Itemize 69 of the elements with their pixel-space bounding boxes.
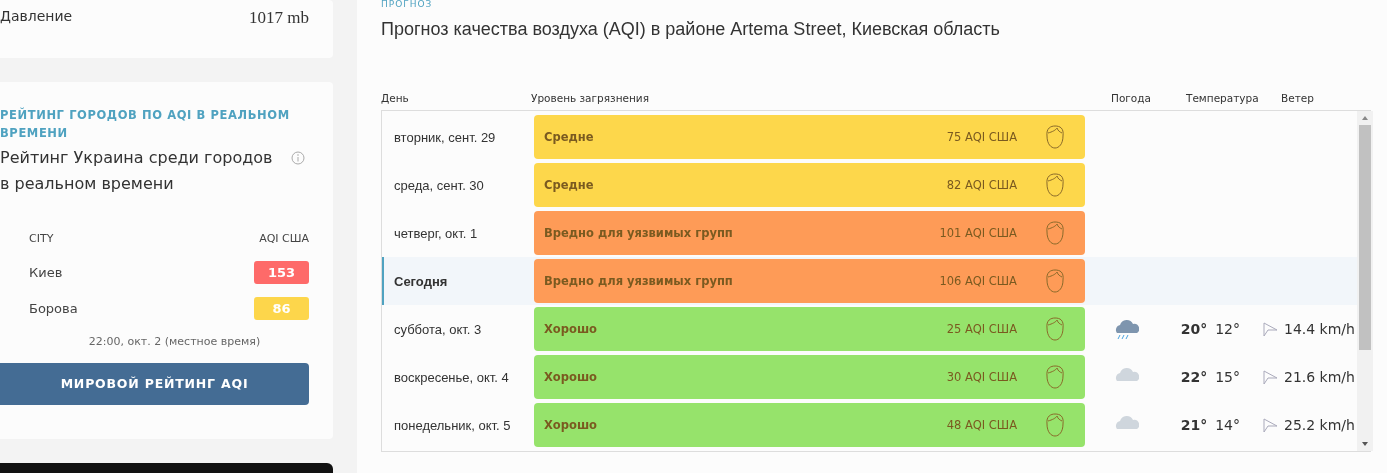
forecast-row[interactable]: вторник, сент. 29 Средне 75 AQI США	[382, 113, 1357, 161]
aqi-badge: 86	[254, 297, 309, 321]
forecast-row[interactable]: четверг, окт. 1 Вредно для уязвимых групп 101 AQI США	[382, 209, 1357, 257]
card-title: Рейтинг Украина среди городов в реальном времени	[0, 146, 274, 195]
high-temperature: 21°	[1180, 417, 1208, 433]
face-icon	[1043, 172, 1067, 198]
status-label: Средне	[544, 178, 595, 192]
aqi-value: 106 AQI США	[939, 274, 1017, 288]
face-icon	[1043, 316, 1067, 342]
aqi-value: 101 AQI США	[939, 226, 1017, 240]
wind-speed: 21.6 km/h	[1284, 369, 1355, 385]
day-label: вторник, сент. 29	[393, 129, 497, 145]
status-label: Средне	[544, 130, 595, 144]
face-icon	[1043, 412, 1067, 438]
status-label: Вредно для уязвимых групп	[544, 226, 734, 240]
wind-direction-icon	[1262, 417, 1278, 433]
high-temperature: 20°	[1180, 321, 1208, 337]
face-icon	[1043, 220, 1067, 246]
column-header: Ветер	[1281, 92, 1315, 104]
day-label: Сегодня	[393, 273, 449, 289]
day-label: понедельник, окт. 5	[393, 417, 512, 433]
face-icon	[1043, 124, 1067, 150]
face-icon	[1043, 268, 1067, 294]
day-label: воскресенье, окт. 4	[393, 369, 510, 385]
column-header: CITY	[29, 232, 54, 246]
forecast-row[interactable]: суббота, окт. 3 Хорошо 25 AQI США 20° 12° 14.4 km/h	[382, 305, 1357, 353]
city-name[interactable]: Борова	[29, 301, 78, 317]
face-icon	[1043, 364, 1067, 390]
day-label: суббота, окт. 3	[393, 321, 483, 337]
timestamp: 22:00, окт. 2 (местное время)	[87, 334, 262, 348]
pressure-value: 1017 mb	[249, 8, 309, 28]
low-temperature: 15°	[1215, 369, 1240, 385]
low-temperature: 12°	[1215, 321, 1240, 337]
forecast-row[interactable]: среда, сент. 30 Средне 82 AQI США	[382, 161, 1357, 209]
world-ranking-button[interactable]: МИРОВОЙ РЕЙТИНГ AQI	[0, 362, 309, 405]
scroll-thumb[interactable]	[1359, 125, 1371, 350]
wind-direction-icon	[1262, 369, 1278, 385]
low-temperature: 14°	[1215, 417, 1240, 433]
wind-speed: 14.4 km/h	[1284, 321, 1355, 337]
wind-direction-icon	[1262, 321, 1278, 337]
aqi-value: 75 AQI США	[946, 130, 1017, 144]
column-header: Погода	[1111, 92, 1152, 104]
status-label: Хорошо	[544, 322, 598, 336]
pressure-label: Давление	[0, 8, 73, 26]
status-label: Вредно для уязвимых групп	[544, 274, 734, 288]
forecast-title: Прогноз качества воздуха (AQI) в районе Artema Street, Киевская область	[381, 19, 1001, 40]
column-header: AQI США	[259, 232, 309, 246]
column-header: День	[381, 92, 410, 104]
high-temperature: 22°	[1180, 369, 1208, 385]
forecast-row[interactable]: понедельник, окт. 5 Хорошо 48 AQI США 21° 14° 25.2 km/h	[382, 401, 1357, 449]
aqi-value: 82 AQI США	[946, 178, 1017, 192]
forecast-row[interactable]: Сегодня Вредно для уязвимых групп 106 AQI США	[382, 257, 1357, 305]
column-header: Уровень загрязнения	[531, 92, 650, 104]
day-label: четверг, окт. 1	[393, 225, 479, 241]
city-name[interactable]: Киев	[29, 265, 63, 281]
scrollbar[interactable]	[1357, 111, 1373, 451]
section-heading: РЕЙТИНГ ГОРОДОВ ПО AQI В РЕАЛЬНОМ ВРЕМЕНИ	[0, 106, 290, 142]
column-header: Температура	[1186, 92, 1260, 104]
wind-speed: 25.2 km/h	[1284, 417, 1355, 433]
status-label: Хорошо	[544, 418, 598, 432]
aqi-badge: 153	[254, 261, 309, 285]
forecast-row[interactable]: воскресенье, окт. 4 Хорошо 30 AQI США 22° 15° 21.6 km/h	[382, 353, 1357, 401]
info-icon	[291, 150, 305, 165]
aqi-value: 30 AQI США	[946, 370, 1017, 384]
status-label: Хорошо	[544, 370, 598, 384]
section-label: ПРОГНОЗ	[381, 0, 434, 7]
aqi-value: 25 AQI США	[946, 322, 1017, 336]
day-label: среда, сент. 30	[393, 177, 485, 193]
aqi-value: 48 AQI США	[946, 418, 1017, 432]
